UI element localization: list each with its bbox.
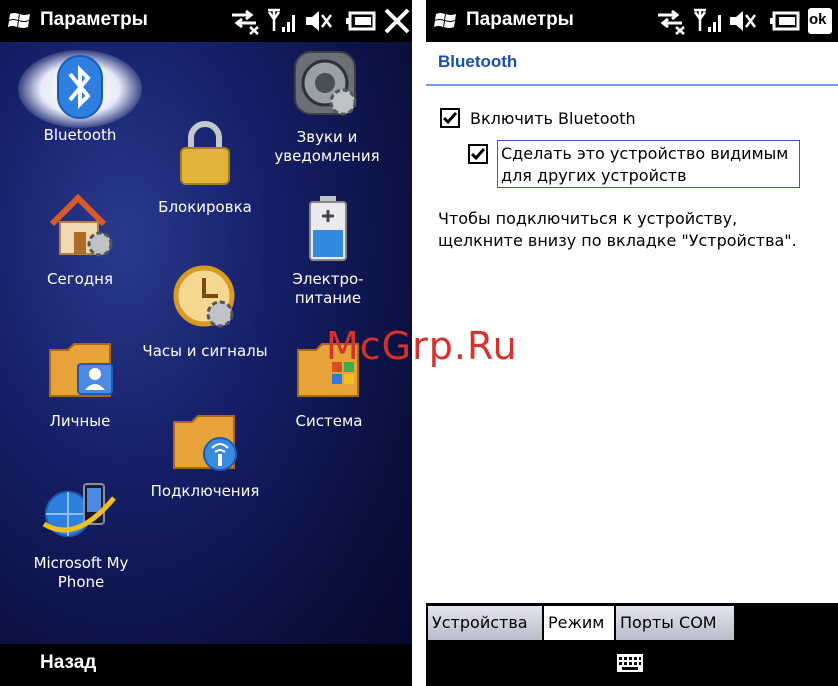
keyboard-icon[interactable] [616, 652, 644, 674]
watermark: McGrp.Ru [326, 324, 518, 368]
app-today[interactable]: Сегодня [30, 192, 130, 289]
section-header: Bluetooth [438, 52, 518, 71]
input-panel-bar [426, 643, 838, 686]
app-power[interactable]: Электро-питание [282, 196, 374, 308]
title-bar: Параметры ok [426, 0, 838, 42]
enable-bluetooth-label[interactable]: Включить Bluetooth [470, 108, 636, 130]
globe-phone-icon [42, 483, 116, 537]
close-x-icon[interactable] [382, 6, 412, 36]
visible-device-label-line2[interactable]: для других устройств [501, 165, 687, 187]
folder-contact-icon [49, 343, 113, 397]
app-personal[interactable]: Личные [30, 338, 130, 431]
page-title: Параметры [466, 9, 574, 30]
tab-com-ports[interactable]: Порты COM [616, 606, 734, 640]
visible-device-checkbox[interactable] [468, 144, 488, 164]
page-title: Параметры [40, 9, 148, 30]
info-text-line2: щелкните внизу по вкладке "Устройства". [438, 231, 797, 250]
title-bar: Параметры [0, 0, 412, 42]
signal-strength-icon [693, 8, 721, 32]
speaker-gear-icon [294, 51, 357, 116]
battery-icon[interactable] [770, 7, 800, 35]
app-clock-alarms[interactable]: Часы и сигналы [142, 264, 268, 361]
padlock-icon [180, 121, 230, 185]
ok-label: ok [809, 11, 827, 28]
app-microsoft-my-phone[interactable]: Microsoft My Phone [26, 478, 136, 592]
app-lock[interactable]: Блокировка [150, 120, 260, 217]
back-softkey[interactable]: Назад [40, 652, 96, 674]
connectivity-icon[interactable] [228, 7, 262, 35]
ok-button[interactable]: ok [808, 8, 832, 34]
battery-power-icon [309, 196, 347, 261]
visible-device-label-line1[interactable]: Сделать это устройство видимым [501, 143, 788, 165]
volume-muted-icon[interactable] [728, 7, 756, 35]
clock-gear-icon [173, 265, 235, 328]
connectivity-icon[interactable] [654, 7, 688, 35]
windows-start-icon[interactable] [434, 10, 458, 32]
checkmark-icon [471, 148, 485, 161]
house-gear-icon [49, 193, 113, 257]
volume-muted-icon[interactable] [304, 7, 332, 35]
app-bluetooth[interactable]: Bluetooth [18, 50, 142, 145]
tab-devices[interactable]: Устройства [428, 606, 542, 640]
windows-start-icon[interactable] [8, 10, 32, 32]
info-text-line1: Чтобы подключиться к устройству, [438, 209, 738, 228]
checkmark-icon [443, 112, 457, 125]
signal-strength-icon [267, 8, 295, 32]
softkey-bar: Назад [0, 644, 412, 686]
header-divider [426, 84, 838, 86]
app-sounds-notifications[interactable]: Звуки и уведомления [272, 48, 382, 166]
app-connections[interactable]: Подключения [150, 410, 260, 501]
enable-bluetooth-checkbox[interactable] [440, 108, 460, 128]
tab-mode[interactable]: Режим [544, 606, 614, 640]
battery-icon[interactable] [346, 7, 376, 35]
bluetooth-icon [57, 55, 103, 119]
folder-connections-icon [173, 415, 237, 471]
